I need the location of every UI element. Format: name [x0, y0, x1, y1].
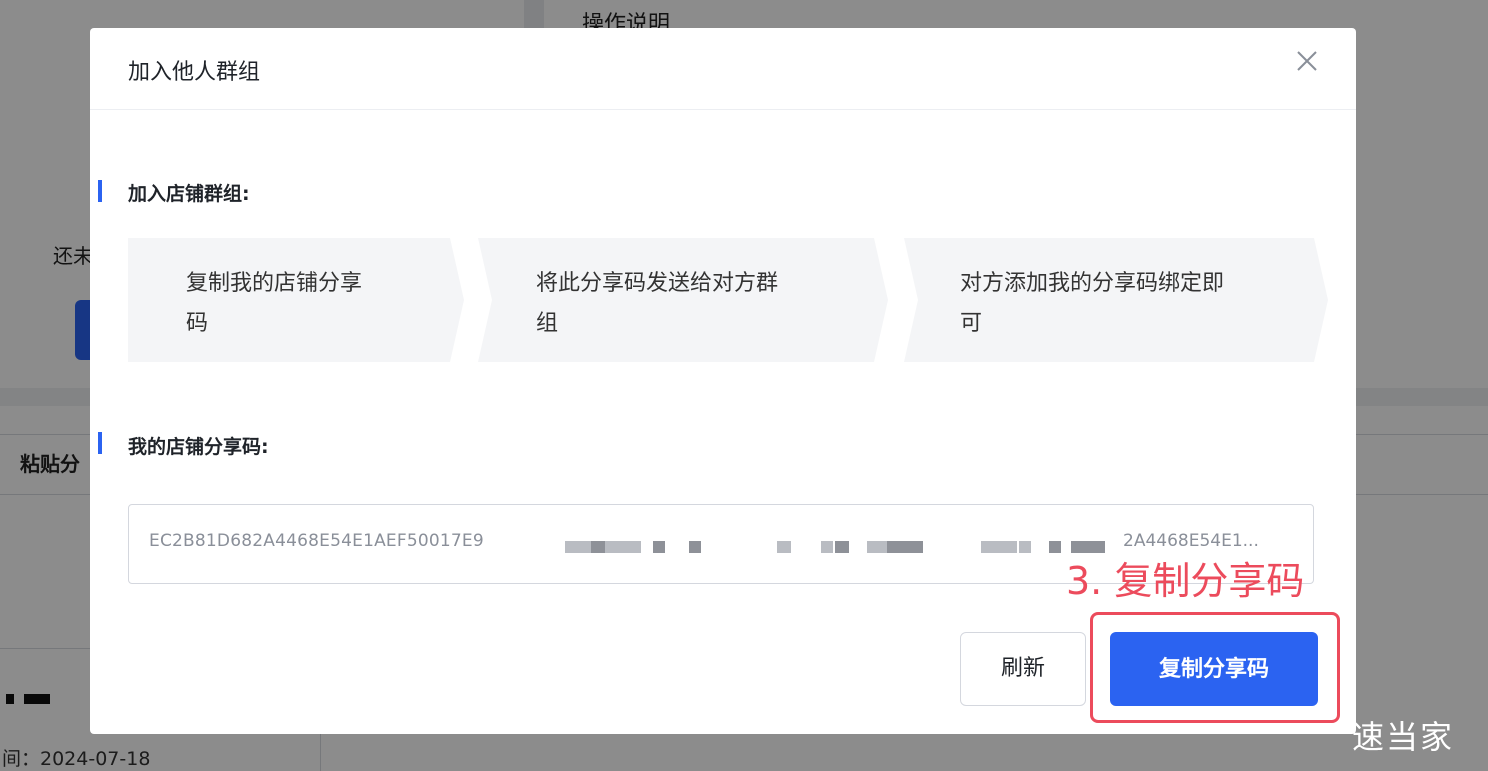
annotation-highlight-box	[1090, 612, 1340, 723]
section-accent-bar	[98, 432, 102, 454]
redacted-segment	[653, 541, 665, 553]
redacted-segment	[777, 541, 791, 553]
redacted-segment	[565, 541, 591, 553]
refresh-button[interactable]: 刷新	[960, 632, 1086, 706]
annotation-label: 3. 复制分享码	[1066, 559, 1305, 603]
redacted-segment	[1019, 541, 1031, 553]
share-section-title: 我的店铺分享码:	[128, 436, 269, 458]
redacted-segment	[821, 541, 833, 553]
watermark: 速当家	[1352, 718, 1455, 756]
step-3: 对方添加我的分享码绑定即 可	[904, 238, 1328, 362]
modal-title: 加入他人群组	[128, 60, 261, 85]
steps-row: 复制我的店铺分享 码 将此分享码发送给对方群 组 对方添加我的分享码绑定即 可	[128, 238, 1328, 362]
redacted-segment	[1049, 541, 1061, 553]
modal-header: 加入他人群组	[90, 28, 1356, 110]
redacted-segment	[887, 541, 923, 553]
step-2-text: 将此分享码发送给对方群 组	[536, 264, 778, 344]
share-code-end: 2A4468E54E1...	[1123, 531, 1259, 551]
step-3-line2: 可	[960, 311, 983, 336]
close-icon	[1297, 51, 1317, 71]
redacted-segment	[999, 541, 1017, 553]
step-2: 将此分享码发送给对方群 组	[478, 238, 888, 362]
step-3-line1: 对方添加我的分享码绑定即	[960, 271, 1225, 296]
join-section-title: 加入店铺群组:	[128, 183, 250, 205]
step-1-text: 复制我的店铺分享 码	[186, 264, 362, 344]
redacted-segment	[867, 541, 887, 553]
step-3-text: 对方添加我的分享码绑定即 可	[960, 264, 1224, 344]
step-2-line1: 将此分享码发送给对方群	[536, 271, 779, 296]
close-button[interactable]	[1292, 46, 1322, 76]
step-1-line1: 复制我的店铺分享	[186, 271, 363, 296]
redacted-segment	[605, 541, 641, 553]
redacted-segment	[981, 541, 999, 553]
redacted-segment	[835, 541, 849, 553]
redacted-segment	[689, 541, 701, 553]
step-1-line2: 码	[186, 311, 209, 336]
section-accent-bar	[98, 180, 102, 202]
step-1: 复制我的店铺分享 码	[128, 238, 464, 362]
share-code-start: EC2B81D682A4468E54E1AEF50017E9	[149, 531, 484, 551]
step-2-line2: 组	[536, 311, 559, 336]
redacted-segment	[591, 541, 605, 553]
